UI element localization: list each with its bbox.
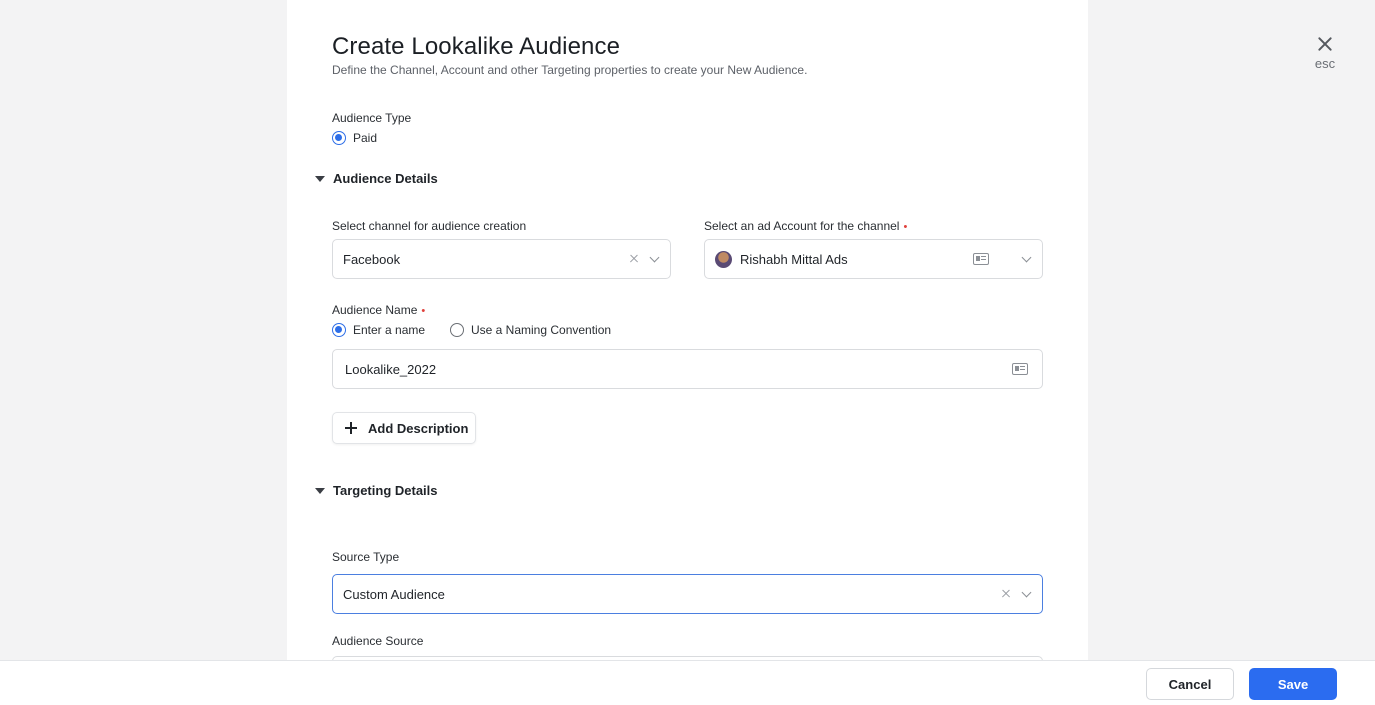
audience-name-label: Audience Name [332, 303, 425, 317]
id-card-icon[interactable] [1012, 363, 1028, 375]
create-audience-panel: Create Lookalike Audience Define the Cha… [287, 0, 1088, 676]
esc-hint: esc [1314, 56, 1336, 71]
audience-name-input[interactable]: Lookalike_2022 [332, 349, 1043, 389]
add-description-button[interactable]: Add Description [332, 412, 476, 444]
source-type-label: Source Type [332, 550, 400, 564]
id-card-icon [973, 253, 989, 265]
page-subtitle: Define the Channel, Account and other Ta… [332, 63, 808, 77]
account-label: Select an ad Account for the channel [704, 219, 907, 233]
plus-icon [345, 422, 357, 434]
save-button[interactable]: Save [1249, 668, 1337, 700]
radio-selected-icon [332, 323, 346, 337]
targeting-details-toggle[interactable]: Targeting Details [315, 483, 438, 498]
audience-type-paid-label: Paid [353, 131, 378, 145]
footer-bar: Cancel Save [0, 660, 1375, 705]
enter-name-label: Enter a name [353, 323, 426, 337]
close-icon [1315, 34, 1335, 54]
account-select[interactable]: Rishabh Mittal Ads [704, 239, 1043, 279]
caret-down-icon [315, 487, 325, 494]
radio-unselected-icon [450, 323, 464, 337]
targeting-details-heading: Targeting Details [333, 483, 438, 498]
audience-source-label: Audience Source [332, 634, 424, 648]
close-button[interactable]: esc [1305, 34, 1345, 74]
chevron-down-icon[interactable] [1021, 252, 1032, 262]
channel-select-value: Facebook [343, 251, 401, 267]
audience-details-heading: Audience Details [333, 171, 438, 186]
naming-convention-radio[interactable]: Use a Naming Convention [450, 323, 611, 337]
caret-down-icon [315, 175, 325, 182]
chevron-down-icon[interactable] [649, 252, 660, 262]
clear-icon[interactable] [629, 254, 639, 264]
audience-type-label: Audience Type [332, 111, 412, 125]
avatar [715, 250, 732, 268]
chevron-down-icon[interactable] [1021, 587, 1032, 597]
account-select-value: Rishabh Mittal Ads [740, 251, 848, 267]
enter-name-radio[interactable]: Enter a name [332, 323, 425, 337]
cancel-button[interactable]: Cancel [1146, 668, 1234, 700]
channel-select[interactable]: Facebook [332, 239, 671, 279]
audience-type-paid-radio[interactable]: Paid [332, 131, 377, 145]
audience-name-value: Lookalike_2022 [345, 361, 437, 377]
naming-convention-label: Use a Naming Convention [471, 323, 612, 337]
clear-icon[interactable] [1001, 589, 1011, 599]
radio-selected-icon [332, 131, 346, 145]
add-description-label: Add Description [368, 420, 469, 436]
channel-label: Select channel for audience creation [332, 219, 527, 233]
audience-details-toggle[interactable]: Audience Details [315, 171, 438, 186]
source-type-value: Custom Audience [343, 586, 445, 602]
source-type-select[interactable]: Custom Audience [332, 574, 1043, 614]
page-title: Create Lookalike Audience [332, 33, 621, 60]
